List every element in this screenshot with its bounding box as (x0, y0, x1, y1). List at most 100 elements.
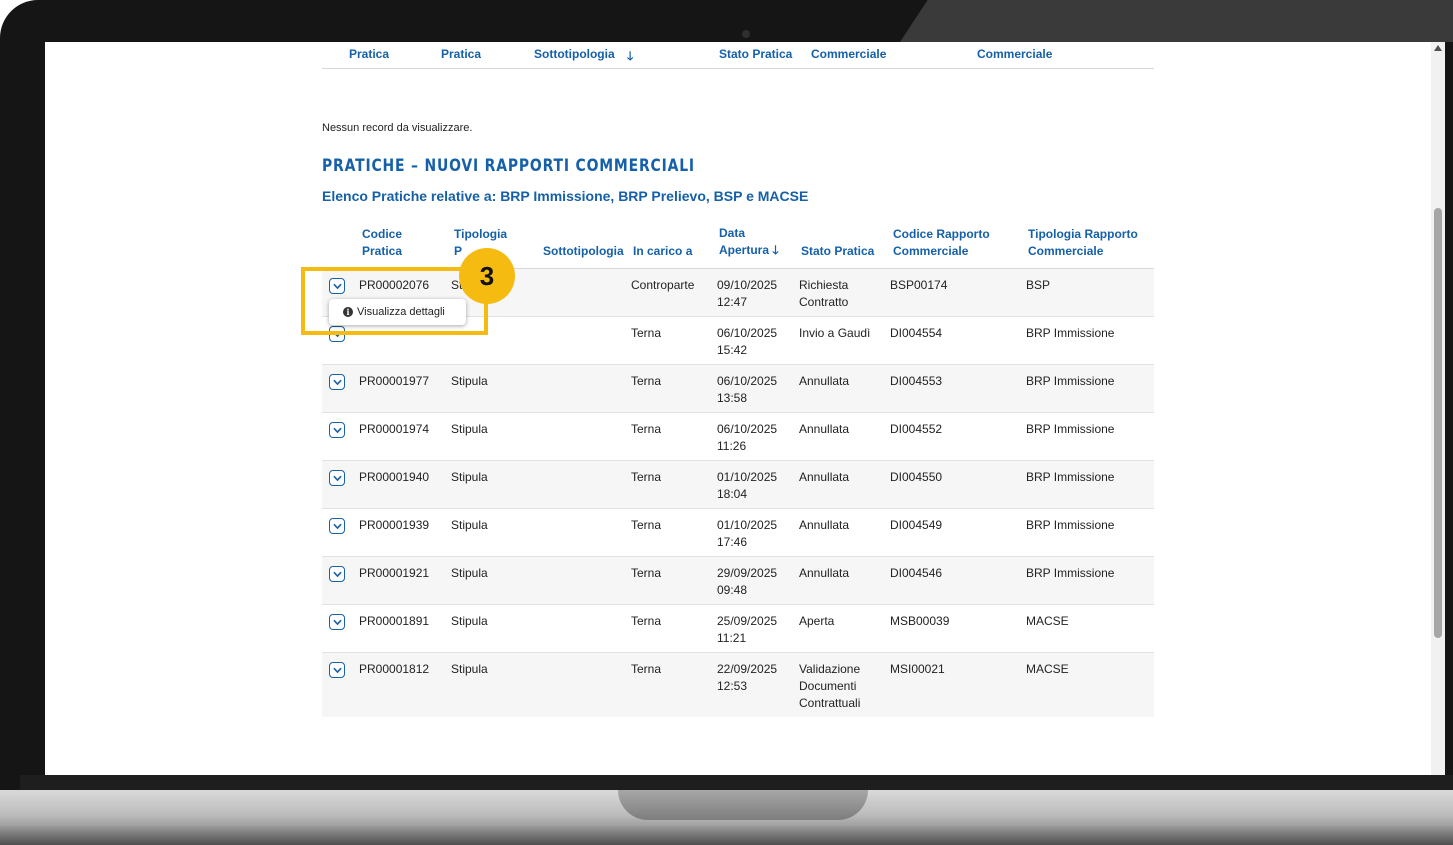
cell-text: PR00001940 (359, 470, 430, 484)
cell-text: 01/10/2025 (717, 470, 778, 484)
column-header[interactable]: Stato Pratica (719, 47, 792, 61)
expand-row-button[interactable] (329, 470, 345, 486)
expand-row-button[interactable] (329, 422, 345, 438)
cell-stato: Annullata (799, 421, 849, 438)
cell-codice: PR00001977 (359, 373, 429, 390)
cell-codice-rapporto: MSI00021 (890, 661, 945, 678)
cell-tipologia: Stipula (451, 469, 488, 486)
cell-tipologia-rapporto: MACSE (1026, 613, 1069, 630)
cell-text: 15:42 (717, 343, 748, 357)
column-header-sottotipologia[interactable]: Sottotipologia (543, 243, 624, 260)
cell-tipologia: Stipula (451, 517, 488, 534)
cell-codice: PR00001891 (359, 613, 429, 630)
column-header[interactable]: Commerciale (977, 47, 1052, 61)
cell-text: PR00001939 (359, 518, 430, 532)
cell-text: Stipula (451, 614, 488, 628)
cell-text: PR00001974 (359, 422, 430, 436)
header-label: Commerciale (1028, 244, 1104, 258)
cell-codice: PR00001940 (359, 469, 429, 486)
column-header-data-apertura[interactable]: Data Apertura 🡓 (719, 225, 779, 259)
column-header[interactable]: Commerciale (811, 47, 886, 61)
cell-stato: Annullata (799, 565, 849, 582)
cell-tipologia: Stipula (451, 661, 488, 678)
cell-text: Terna (631, 662, 662, 676)
header-label: Codice (362, 227, 403, 241)
cell-tipologia-rapporto: BRP Immissione (1026, 517, 1114, 534)
cell-text: Annullata (799, 422, 850, 436)
expand-row-button[interactable] (329, 518, 345, 534)
cell-text: BSP00174 (890, 278, 948, 292)
cell-tipologia-rapporto: BRP Immissione (1026, 421, 1114, 438)
cell-text: PR00001812 (359, 662, 430, 676)
expand-row-button[interactable] (329, 566, 345, 582)
cell-text: BRP Immissione (1026, 422, 1115, 436)
cell-tipologia-rapporto: BRP Immissione (1026, 373, 1114, 390)
cell-text: Terna (631, 566, 662, 580)
header-label: Apertura (719, 243, 770, 257)
column-header-codice[interactable]: Codice Pratica (362, 226, 402, 260)
page-content: Pratica Pratica Sottotipologia 🡓 Stato P… (45, 42, 1431, 775)
cell-codice: PR00001921 (359, 565, 429, 582)
header-label: Data (719, 226, 746, 240)
expand-row-button[interactable] (329, 374, 345, 390)
column-header[interactable]: Pratica (441, 47, 481, 61)
cell-stato: Validazione Documenti Contrattuali (799, 661, 860, 712)
cell-data-apertura: 06/10/2025 15:42 (717, 325, 777, 359)
cell-text: Stipula (451, 518, 488, 532)
header-label: Pratica (362, 244, 403, 258)
cell-text: Terna (631, 518, 662, 532)
cell-text: Annullata (799, 374, 850, 388)
cell-text: 06/10/2025 (717, 374, 778, 388)
table-row: PR00001939 Stipula Terna 01/10/2025 17:46 Ann… (322, 509, 1154, 557)
cell-text: Stipula (451, 566, 488, 580)
cell-text: Contrattuali (799, 696, 861, 710)
header-label: Tipologia Rapporto (1028, 227, 1138, 241)
table-row: PR00001940 Stipula Terna 01/10/2025 18:04 Ann… (322, 461, 1154, 509)
cell-text: 06/10/2025 (717, 422, 778, 436)
cell-text: 11:21 (717, 631, 747, 645)
chevron-down-icon (333, 523, 341, 529)
cell-text: BRP Immissione (1026, 566, 1115, 580)
column-header[interactable]: Pratica (349, 47, 389, 61)
scrollbar-thumb[interactable] (1434, 208, 1442, 638)
cell-in-carico: Terna (631, 325, 661, 342)
cell-tipologia: Stipula (451, 565, 488, 582)
column-header-codice-rapporto[interactable]: Codice Rapporto Commerciale (893, 226, 990, 260)
column-header-tipologia-rapporto[interactable]: Tipologia Rapporto Commerciale (1028, 226, 1138, 260)
cell-text: BRP Immissione (1026, 326, 1115, 340)
table-row: PR00001977 Stipula Terna 06/10/2025 13:58 Ann… (322, 365, 1154, 413)
cell-codice-rapporto: DI004554 (890, 325, 942, 342)
cell-text: 18:04 (717, 487, 748, 501)
cell-codice-rapporto: BSP00174 (890, 277, 947, 294)
sort-down-icon[interactable]: 🡓 (627, 47, 633, 68)
previous-table-header: Pratica Pratica Sottotipologia 🡓 Stato P… (322, 42, 1154, 69)
cell-tipologia: Stipula (451, 421, 488, 438)
cell-text: Annullata (799, 518, 850, 532)
cell-codice-rapporto: DI004550 (890, 469, 942, 486)
cell-in-carico: Terna (631, 421, 661, 438)
column-header-in-carico[interactable]: In carico a (633, 243, 692, 260)
cell-data-apertura: 06/10/2025 11:26 (717, 421, 777, 455)
cell-tipologia-rapporto: BRP Immissione (1026, 565, 1114, 582)
cell-text: Stipula (451, 470, 488, 484)
cell-text: 22/09/2025 (717, 662, 778, 676)
column-header-stato[interactable]: Stato Pratica (801, 243, 874, 260)
cell-text: Terna (631, 326, 662, 340)
column-header[interactable]: Sottotipologia (534, 47, 615, 61)
expand-row-button[interactable] (329, 662, 345, 678)
sort-down-icon[interactable]: 🡓 (772, 243, 778, 257)
header-label: Tipologia (454, 227, 508, 241)
cell-text: DI004546 (890, 566, 943, 580)
cell-codice: PR00001939 (359, 517, 429, 534)
expand-row-button[interactable] (329, 614, 345, 630)
cell-data-apertura: 09/10/2025 12:47 (717, 277, 777, 311)
cell-text: Stipula (451, 374, 488, 388)
cell-text: DI004553 (890, 374, 943, 388)
scroll-up-icon[interactable] (1434, 45, 1442, 51)
cell-text: Terna (631, 422, 662, 436)
cell-text: MACSE (1026, 614, 1069, 628)
cell-tipologia-rapporto: BSP (1026, 277, 1050, 294)
table-header: Codice Pratica Tipologia P Sottotipologi… (322, 225, 1154, 269)
cell-in-carico: Terna (631, 469, 661, 486)
cell-stato: Aperta (799, 613, 834, 630)
